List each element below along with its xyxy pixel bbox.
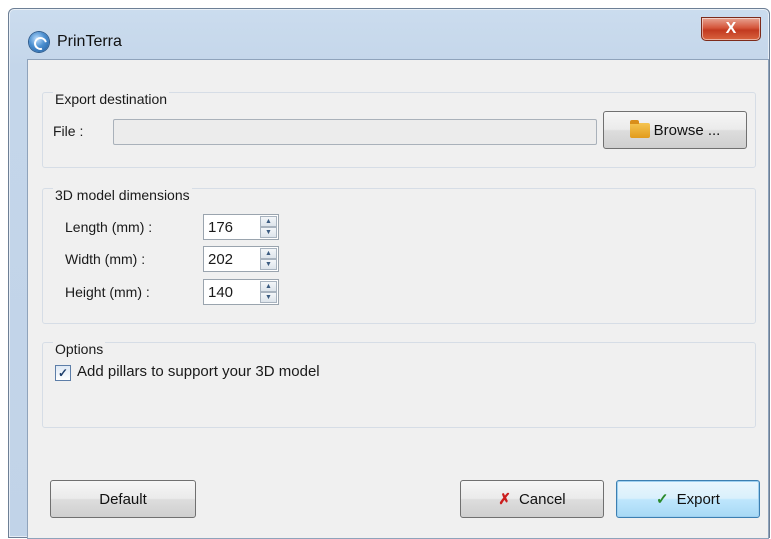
dialog-window: PrinTerra X Export destination File : Br… xyxy=(8,8,770,539)
cancel-button[interactable]: ✗ Cancel xyxy=(460,480,604,518)
options-group: Options ✓ Add pillars to support your 3D… xyxy=(42,341,756,428)
dimensions-group: 3D model dimensions Length (mm) : 176 ▲ … xyxy=(42,187,756,324)
export-button[interactable]: ✓ Export xyxy=(616,480,760,518)
default-label: Default xyxy=(99,490,147,508)
export-destination-title: Export destination xyxy=(53,91,170,107)
width-value[interactable]: 202 xyxy=(208,251,233,268)
length-value[interactable]: 176 xyxy=(208,219,233,236)
height-stepper[interactable]: 140 ▲ ▼ xyxy=(203,279,279,305)
cancel-label: Cancel xyxy=(518,490,566,508)
dimensions-title: 3D model dimensions xyxy=(53,187,192,203)
length-increment-icon[interactable]: ▲ xyxy=(260,216,277,227)
width-label: Width (mm) : xyxy=(65,251,146,267)
height-label: Height (mm) : xyxy=(65,284,150,300)
length-stepper[interactable]: 176 ▲ ▼ xyxy=(203,214,279,240)
folder-icon xyxy=(629,119,650,138)
close-button[interactable]: X xyxy=(701,17,761,41)
length-label: Length (mm) : xyxy=(65,219,153,235)
pillars-label[interactable]: Add pillars to support your 3D model xyxy=(77,363,320,380)
export-label: Export xyxy=(676,490,720,508)
window-title: PrinTerra xyxy=(57,33,122,50)
length-decrement-icon[interactable]: ▼ xyxy=(260,227,277,238)
height-decrement-icon[interactable]: ▼ xyxy=(260,292,277,303)
pillars-checkbox[interactable]: ✓ xyxy=(55,365,71,381)
export-check-icon: ✓ xyxy=(656,491,669,508)
browse-button[interactable]: Browse ... xyxy=(603,111,747,149)
width-stepper[interactable]: 202 ▲ ▼ xyxy=(203,246,279,272)
dialog-body: Export destination File : Browse ... 3D … xyxy=(27,59,769,539)
default-button[interactable]: Default xyxy=(50,480,196,518)
options-title: Options xyxy=(53,341,106,357)
printerra-logo-icon xyxy=(29,32,49,52)
export-destination-group: Export destination File : Browse ... xyxy=(42,91,756,168)
width-decrement-icon[interactable]: ▼ xyxy=(260,259,277,270)
height-value[interactable]: 140 xyxy=(208,284,233,301)
width-increment-icon[interactable]: ▲ xyxy=(260,248,277,259)
file-path-field[interactable] xyxy=(113,119,597,145)
title-bar[interactable]: PrinTerra X xyxy=(9,9,769,52)
browse-label: Browse ... xyxy=(653,121,721,139)
cancel-x-icon: ✗ xyxy=(498,491,511,508)
height-increment-icon[interactable]: ▲ xyxy=(260,281,277,292)
file-label: File : xyxy=(53,123,84,139)
